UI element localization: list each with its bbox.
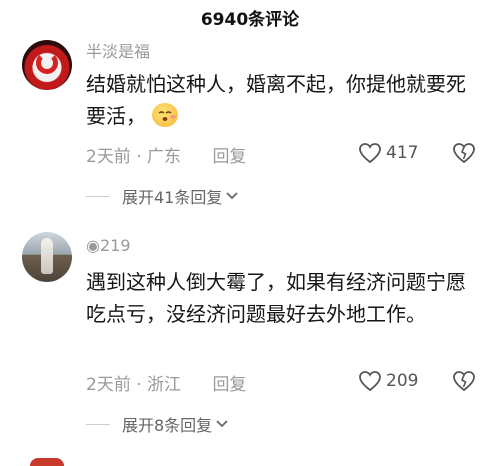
reply-button[interactable]: 回复	[212, 147, 246, 167]
expand-replies-button[interactable]: 展开8条回复	[86, 412, 229, 436]
comment-username[interactable]: 半淡是福	[86, 38, 150, 62]
chevron-down-icon	[216, 420, 228, 428]
avatar-swirl-graphic	[36, 52, 58, 74]
like-button[interactable]: 417	[358, 142, 418, 164]
sleepy-face-emoji-icon	[152, 103, 178, 127]
like-count: 209	[386, 371, 419, 391]
comment-text: 遇到这种人倒大霉了，如果有经济问题宁愿吃点亏，没经济问题最好去外地工作。	[86, 270, 466, 326]
expand-replies-button[interactable]: 展开41条回复	[86, 184, 239, 208]
chevron-down-icon	[226, 192, 239, 200]
next-comment-avatar-peek	[30, 458, 64, 466]
divider-line	[86, 195, 110, 197]
divider-line	[86, 423, 110, 425]
dislike-button[interactable]	[452, 142, 476, 168]
avatar[interactable]	[22, 40, 72, 90]
comment-username[interactable]: ◉219	[86, 236, 131, 255]
comment-text-content: 结婚就怕这种人，婚离不起，你提他就要死要活，	[86, 72, 466, 128]
like-button[interactable]: 209	[358, 370, 418, 392]
broken-heart-icon	[453, 371, 475, 392]
dislike-button[interactable]	[452, 370, 476, 396]
like-count: 417	[386, 143, 419, 163]
broken-heart-icon	[453, 143, 475, 164]
expand-replies-label: 展开8条回复	[122, 416, 213, 435]
comment-time-location: 2天前 · 广东	[86, 147, 182, 167]
comment-text: 结婚就怕这种人，婚离不起，你提他就要死要活，	[86, 68, 481, 132]
comment-meta: 2天前 · 广东 回复	[86, 142, 246, 167]
comment-time-location: 2天前 · 浙江	[86, 375, 182, 395]
avatar-statue-graphic	[41, 238, 53, 274]
comment-meta: 2天前 · 浙江 回复	[86, 370, 246, 395]
reply-button[interactable]: 回复	[212, 375, 246, 395]
comments-header-title: 6940条评论	[200, 10, 300, 30]
heart-icon	[359, 371, 381, 392]
heart-icon	[359, 143, 381, 164]
avatar[interactable]	[22, 232, 72, 282]
expand-replies-label: 展开41条回复	[122, 188, 223, 207]
